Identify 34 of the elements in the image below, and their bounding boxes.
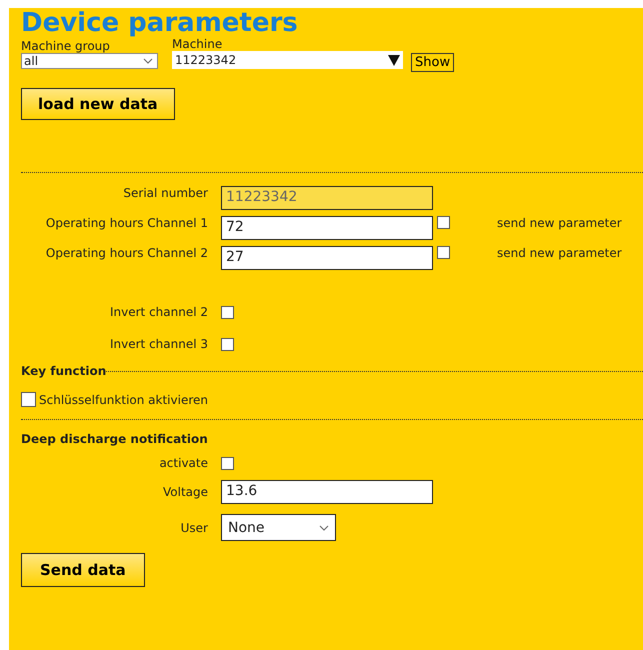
send-data-button[interactable]: Send data bbox=[21, 553, 145, 587]
section-heading: Key function bbox=[21, 364, 106, 378]
field-label: Machine bbox=[172, 38, 224, 51]
checkbox-label: send new parameter bbox=[497, 246, 623, 260]
section-heading: Deep discharge notification bbox=[21, 432, 209, 446]
field-label: Invert channel 2 bbox=[108, 305, 208, 319]
hours-field[interactable]: 72 bbox=[221, 216, 433, 240]
voltage-field[interactable]: 13.6 bbox=[221, 480, 433, 504]
show-button[interactable]: Show bbox=[411, 53, 454, 72]
field-label: Machine group bbox=[21, 40, 111, 53]
field-label: Operating hours Channel 1 bbox=[44, 216, 208, 230]
machine-group-dropdown[interactable]: all bbox=[21, 53, 158, 69]
load-data-button[interactable]: load new data bbox=[21, 88, 175, 120]
field-label: activate bbox=[158, 456, 208, 470]
chevron-down-icon bbox=[319, 524, 329, 530]
field-label: Operating hours Channel 2 bbox=[44, 246, 208, 260]
chevron-down-icon bbox=[143, 58, 153, 64]
checkbox[interactable] bbox=[21, 392, 36, 407]
field-label: Serial number bbox=[122, 186, 208, 200]
checkbox-label: send new parameter bbox=[497, 216, 623, 230]
checkbox[interactable] bbox=[221, 338, 234, 350]
field-label: User bbox=[180, 520, 208, 534]
user-dropdown[interactable]: None bbox=[221, 514, 336, 541]
triangle-down-icon bbox=[388, 54, 400, 66]
field-label: Voltage bbox=[162, 485, 208, 499]
checkbox[interactable] bbox=[221, 456, 234, 470]
machine-dropdown[interactable]: 11223342 bbox=[172, 51, 403, 69]
page-title: Device parameters bbox=[21, 8, 299, 38]
field-label: Invert channel 3 bbox=[108, 337, 208, 351]
checkbox[interactable] bbox=[437, 246, 450, 259]
checkbox-label: Schlüsselfunktion aktivieren bbox=[39, 392, 208, 406]
hours-field[interactable]: 27 bbox=[221, 246, 433, 270]
checkbox[interactable] bbox=[221, 306, 234, 318]
checkbox[interactable] bbox=[437, 216, 450, 229]
